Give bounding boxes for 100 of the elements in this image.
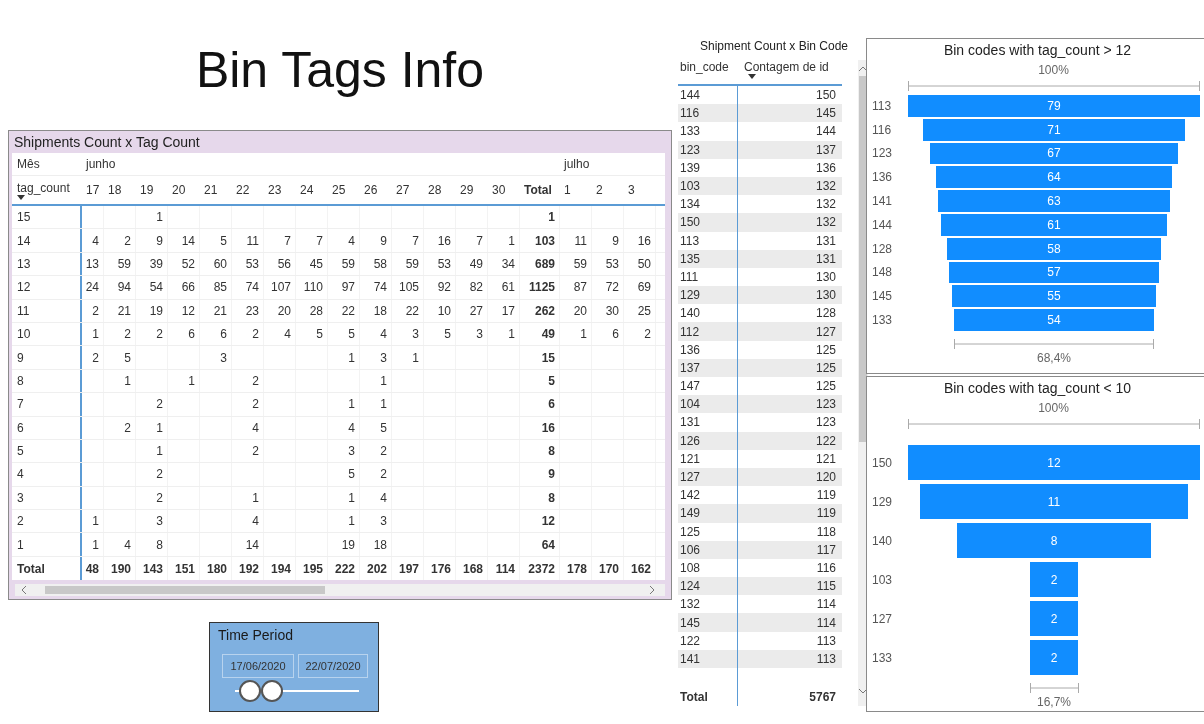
start-date-field[interactable]: 17/06/2020 (222, 654, 294, 678)
table-cell-text: 34 (501, 255, 515, 273)
month-header: Mês (17, 157, 40, 171)
table-cell-text: 150 (680, 214, 701, 232)
column-header[interactable]: 28 (428, 183, 442, 197)
table-cell-text: 9 (156, 232, 163, 250)
table-cell-text: 131 (815, 250, 836, 268)
table-cell-text: 94 (117, 279, 131, 297)
table-cell-text: 125 (815, 341, 836, 359)
slider-thumb[interactable] (238, 680, 261, 702)
table-cell-text: 2 (92, 302, 99, 320)
table-cell-text: 92 (437, 279, 451, 297)
column-header[interactable]: 30 (492, 183, 506, 197)
row-header[interactable]: tag_count (17, 181, 82, 195)
sort-caret-icon[interactable] (17, 195, 25, 200)
table-cell-text: 113 (816, 632, 836, 650)
column-header[interactable]: 21 (204, 183, 218, 197)
chart-title: Bin codes with tag_count > 12 (942, 41, 1132, 60)
table-cell-text: 8 (548, 489, 555, 507)
table-cell-text: 4 (252, 419, 259, 437)
column-header[interactable]: 27 (396, 183, 410, 197)
table-cell-text: 1 (124, 372, 131, 390)
end-date-field[interactable]: 22/07/2020 (298, 654, 368, 678)
table-cell-text: 9 (612, 232, 619, 250)
table-cell-text: 151 (174, 560, 195, 578)
column-header[interactable]: 19 (140, 183, 154, 197)
column-header[interactable]: 29 (460, 183, 474, 197)
table-cell-text: 113 (680, 232, 700, 250)
column-header[interactable]: 17 (86, 183, 100, 197)
column-header[interactable]: Contagem de id (744, 60, 842, 74)
table-cell-text: 61 (501, 279, 515, 297)
table-cell-text: 16 (541, 419, 555, 437)
table-cell-text: 114 (816, 596, 836, 614)
table-cell-text: 5 (348, 326, 355, 344)
table-cell-text: 6 (548, 396, 555, 414)
table-cell-text: 1 (348, 396, 355, 414)
column-header[interactable]: 23 (268, 183, 282, 197)
table-cell-text: 49 (469, 255, 483, 273)
table-cell-text: 689 (534, 255, 555, 273)
table-cell-text: 1 (156, 209, 163, 227)
column-header[interactable]: 3 (628, 183, 635, 197)
table-cell-text: 11 (246, 232, 259, 250)
table-cell-text: 178 (566, 560, 587, 578)
column-header[interactable]: 1 (564, 183, 571, 197)
table-cell-text: 122 (680, 632, 701, 650)
table-cell-text: 125 (815, 359, 836, 377)
table-cell-text: 19 (341, 536, 355, 554)
table-cell-text: 105 (398, 279, 419, 297)
table-cell-text: 12 (181, 302, 195, 320)
table-cell-text: 119 (816, 505, 836, 523)
table-cell-text: 103 (534, 232, 555, 250)
table-cell-text: 168 (462, 560, 483, 578)
column-header[interactable]: bin_code (680, 60, 738, 74)
column-header[interactable]: 20 (172, 183, 186, 197)
stage-label: 141 (871, 193, 894, 211)
stage-label: 133 (871, 649, 894, 667)
table-cell-text: 53 (245, 255, 259, 273)
table-cell-text: 112 (680, 323, 700, 341)
table-cell-text: 5 (380, 419, 387, 437)
table-cell-text: 74 (373, 279, 387, 297)
stage-label: 148 (871, 264, 894, 282)
stage-label: 128 (871, 240, 894, 258)
table-cell-text: 123 (815, 414, 836, 432)
top-percent-label: 100% (1037, 62, 1069, 79)
table-cell-text: 4 (92, 232, 99, 250)
table-cell-text: 1 (348, 489, 355, 507)
table-cell-text: 3 (476, 326, 483, 344)
scroll-left-icon[interactable] (21, 586, 27, 595)
horizontal-scrollbar[interactable] (15, 584, 665, 597)
table-cell-text: 87 (573, 279, 587, 297)
range-slider[interactable] (235, 680, 359, 702)
table-cell-text: 116 (680, 105, 700, 123)
table-cell-text: 15 (541, 349, 555, 367)
table-cell-text: 2 (92, 349, 99, 367)
column-header[interactable]: Total (524, 183, 552, 197)
table-cell-text: 2 (156, 489, 163, 507)
table-cell-text: 190 (110, 560, 131, 578)
table-cell-text: 4 (284, 326, 291, 344)
column-header[interactable]: 2 (596, 183, 603, 197)
table-cell-text: 130 (815, 287, 836, 305)
table-cell-text: 124 (680, 578, 701, 596)
table-cell-text: 162 (630, 560, 651, 578)
table-cell-text: 59 (341, 255, 355, 273)
table-cell-text: 144 (680, 87, 701, 105)
scroll-right-icon[interactable] (649, 586, 655, 595)
table-cell-text: 7 (476, 232, 483, 250)
column-header[interactable]: 26 (364, 183, 378, 197)
table-cell-text: 27 (469, 302, 483, 320)
column-header[interactable]: 18 (108, 183, 122, 197)
column-header[interactable]: 22 (236, 183, 250, 197)
table-cell-text: 120 (815, 469, 836, 487)
matrix-title: Shipments Count x Tag Count (13, 133, 201, 152)
sort-caret-icon[interactable] (748, 74, 756, 79)
table-cell-text: 21 (213, 302, 227, 320)
table-cell-text: 140 (680, 305, 701, 323)
column-header[interactable]: 24 (300, 183, 314, 197)
column-header[interactable]: 25 (332, 183, 346, 197)
slider-thumb[interactable] (261, 680, 284, 702)
stage-label: 123 (871, 145, 894, 163)
table-cell-text: 53 (605, 255, 619, 273)
